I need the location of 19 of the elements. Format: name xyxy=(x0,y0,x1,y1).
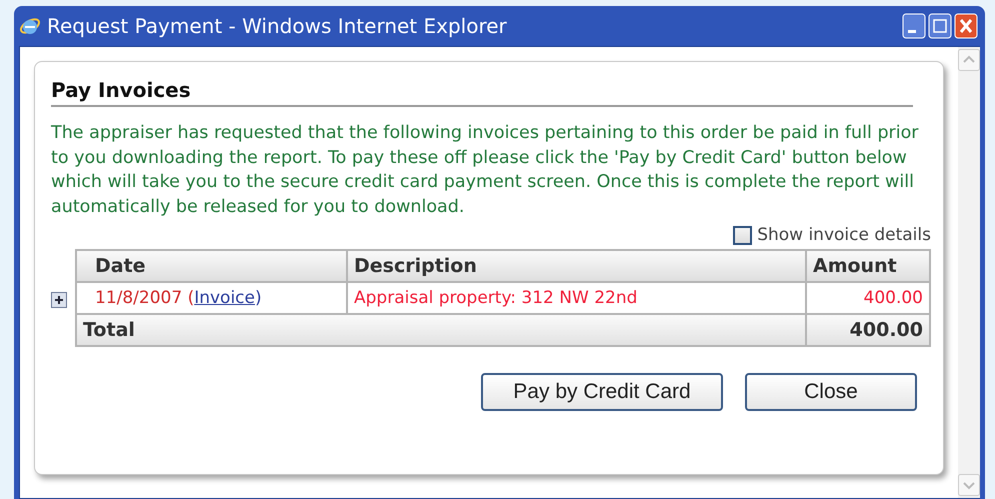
invoice-link[interactable]: Invoice xyxy=(194,288,255,308)
maximize-icon[interactable] xyxy=(928,13,952,39)
column-header: Date xyxy=(76,250,347,282)
close-icon[interactable] xyxy=(954,13,978,39)
minimize-icon[interactable] xyxy=(902,13,926,39)
checkbox-label: Show invoice details xyxy=(757,225,931,245)
date-text: 11/8/2007 ( xyxy=(95,288,194,308)
column-header: Amount xyxy=(806,250,930,282)
column-header: Description xyxy=(347,250,806,282)
total-label: Total xyxy=(76,314,806,346)
total-amount: 400.00 xyxy=(806,314,930,346)
expand-icon[interactable] xyxy=(51,292,67,308)
panel-heading: Pay Invoices xyxy=(51,62,913,107)
pay-button[interactable]: Pay by Credit Card xyxy=(481,373,723,411)
close-button[interactable]: Close xyxy=(745,373,917,411)
instructions-text: The appraiser has requested that the following invoices pertaining to this order be paid in full prior to you downloading the report. To pay these off please click the 'Pay by Credit Card' button below which will take you to the secure credit card payment screen. Once this is complete the report will automatically be released for you to download. xyxy=(51,122,920,218)
paren-text: ) xyxy=(254,288,262,308)
window-title: Request Payment - Windows Internet Explorer xyxy=(47,14,508,38)
show-details-checkbox[interactable] xyxy=(733,226,752,244)
